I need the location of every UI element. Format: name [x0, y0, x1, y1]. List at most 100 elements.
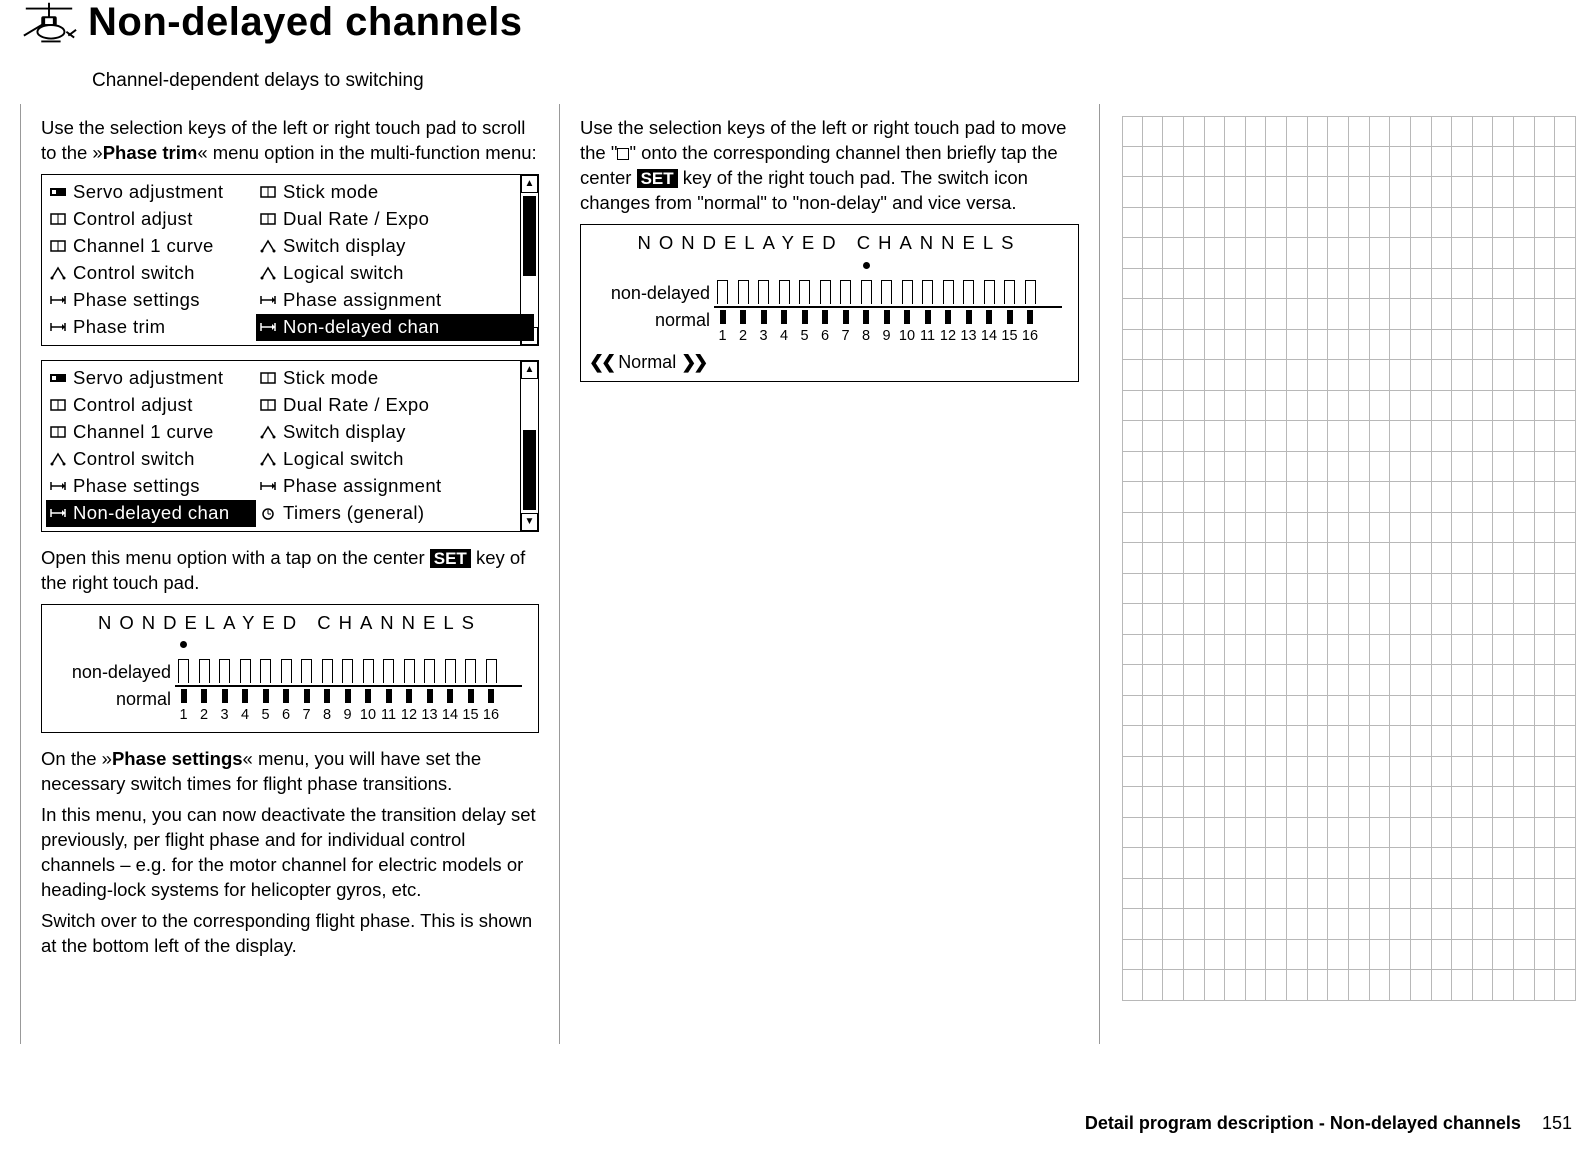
set-key-badge: SET — [637, 169, 678, 188]
page-title: Non-delayed channels — [88, 0, 523, 45]
channel-slot: 2 — [196, 659, 213, 726]
channel-slot: 8 — [319, 659, 336, 726]
menu-item: Non-delayed chan — [46, 500, 256, 527]
channel-slot: 9 — [878, 280, 895, 347]
deactivate-delay-text: In this menu, you can now deactivate the… — [41, 803, 539, 903]
channel-slot: 14 — [442, 659, 459, 726]
menu-item: Control switch — [46, 260, 256, 287]
menu-item: Phase settings — [46, 287, 256, 314]
switch-phase-text: Switch over to the corresponding flight … — [41, 909, 539, 959]
rail-line — [175, 685, 522, 687]
menu-scrollbar: ▲ ▼ — [520, 361, 538, 531]
phase-name-label: Normal — [618, 352, 676, 372]
menu-screenshot-1: Servo adjustmentControl adjustChannel 1 … — [41, 174, 539, 346]
chevron-left-icon: ❮❮ — [589, 352, 613, 372]
channel-slot: 3 — [216, 659, 233, 726]
text: Open this menu option with a tap on the … — [41, 547, 430, 568]
intro-paragraph: Use the selection keys of the left or ri… — [41, 116, 539, 166]
chevron-right-icon: ❯❯ — [681, 352, 705, 372]
menu-item: Servo adjustment — [46, 179, 256, 206]
menu-item: Control adjust — [46, 392, 256, 419]
cursor-marker-icon — [863, 262, 870, 269]
screen-title: NONDELAYED CHANNELS — [50, 611, 530, 636]
row-label-nondelayed: non-delayed — [589, 280, 710, 307]
channel-slot: 3 — [755, 280, 772, 347]
menu-item: Timers (general) — [256, 500, 534, 527]
scroll-up-icon: ▲ — [521, 361, 538, 379]
menu-item: Logical switch — [256, 260, 534, 287]
scroll-thumb — [523, 196, 536, 276]
channel-slot: 1 — [714, 280, 731, 347]
scroll-down-icon: ▼ — [521, 327, 538, 345]
scroll-up-icon: ▲ — [521, 175, 538, 193]
screen-title: NONDELAYED CHANNELS — [589, 231, 1070, 256]
channel-slot: 10 — [360, 659, 377, 726]
nondelayed-screen-2: NONDELAYED CHANNELS non-delayed normal 1… — [580, 224, 1079, 382]
phase-settings-note: On the »Phase settings« menu, you will h… — [41, 747, 539, 797]
phase-trim-ref: Phase trim — [103, 142, 198, 163]
channel-slot: 4 — [776, 280, 793, 347]
channel-slot: 16 — [483, 659, 500, 726]
menu-item: Logical switch — [256, 446, 534, 473]
channel-slot: 14 — [981, 280, 998, 347]
channel-slot: 13 — [421, 659, 438, 726]
page-subtitle: Channel-dependent delays to switching — [92, 70, 1576, 92]
menu-item: Channel 1 curve — [46, 233, 256, 260]
column-middle: Use the selection keys of the left or ri… — [560, 104, 1100, 1044]
nondelayed-screen-1: NONDELAYED CHANNELS non-delayed normal 1… — [41, 604, 539, 734]
menu-item: Non-delayed chan — [256, 314, 534, 341]
channel-slot: 7 — [837, 280, 854, 347]
row-label-normal: normal — [589, 307, 710, 334]
page-number: 151 — [1542, 1113, 1572, 1133]
notes-grid — [1122, 116, 1576, 1006]
channel-slot: 7 — [298, 659, 315, 726]
scroll-thumb — [523, 430, 536, 510]
menu-item: Dual Rate / Expo — [256, 206, 534, 233]
menu-item: Dual Rate / Expo — [256, 392, 534, 419]
row-label-normal: normal — [50, 686, 171, 713]
move-cursor-text: Use the selection keys of the left or ri… — [580, 116, 1079, 216]
content-columns: Use the selection keys of the left or ri… — [20, 104, 1576, 1044]
channel-slot: 11 — [919, 280, 936, 347]
channel-slot: 9 — [339, 659, 356, 726]
menu-item: Phase trim — [46, 314, 256, 341]
phase-settings-ref: Phase settings — [112, 748, 243, 769]
channel-slot: 2 — [735, 280, 752, 347]
menu-item: Channel 1 curve — [46, 419, 256, 446]
menu-item: Servo adjustment — [46, 365, 256, 392]
rail-line — [714, 306, 1062, 308]
menu-screenshot-2: Servo adjustmentControl adjustChannel 1 … — [41, 360, 539, 532]
menu-item: Stick mode — [256, 179, 534, 206]
menu-item: Control adjust — [46, 206, 256, 233]
channel-slot: 12 — [940, 280, 957, 347]
menu-item: Stick mode — [256, 365, 534, 392]
channel-slot: 11 — [380, 659, 397, 726]
scroll-down-icon: ▼ — [521, 513, 538, 531]
menu-item: Switch display — [256, 419, 534, 446]
column-left: Use the selection keys of the left or ri… — [20, 104, 560, 1044]
cursor-marker-icon — [617, 148, 629, 160]
menu-item: Switch display — [256, 233, 534, 260]
menu-item: Phase assignment — [256, 473, 534, 500]
column-right-notes — [1100, 104, 1576, 1044]
text: On the » — [41, 748, 112, 769]
channel-slot: 15 — [462, 659, 479, 726]
channel-slot: 16 — [1022, 280, 1039, 347]
channel-slot: 4 — [237, 659, 254, 726]
channel-slot: 13 — [960, 280, 977, 347]
text: « menu option in the multi-function menu… — [197, 142, 536, 163]
channel-slot: 10 — [899, 280, 916, 347]
menu-item: Control switch — [46, 446, 256, 473]
open-menu-text: Open this menu option with a tap on the … — [41, 546, 539, 596]
menu-scrollbar: ▲ ▼ — [520, 175, 538, 345]
channel-slot: 15 — [1001, 280, 1018, 347]
page-footer: Detail program description - Non-delayed… — [1085, 1113, 1572, 1134]
channel-slot: 5 — [796, 280, 813, 347]
channel-slot: 12 — [401, 659, 418, 726]
channel-slot: 6 — [817, 280, 834, 347]
page-header: Non-delayed channels — [20, 0, 1576, 50]
row-label-nondelayed: non-delayed — [50, 659, 171, 686]
helicopter-icon — [20, 0, 78, 50]
channel-slot: 6 — [278, 659, 295, 726]
channel-slot: 1 — [175, 659, 192, 726]
